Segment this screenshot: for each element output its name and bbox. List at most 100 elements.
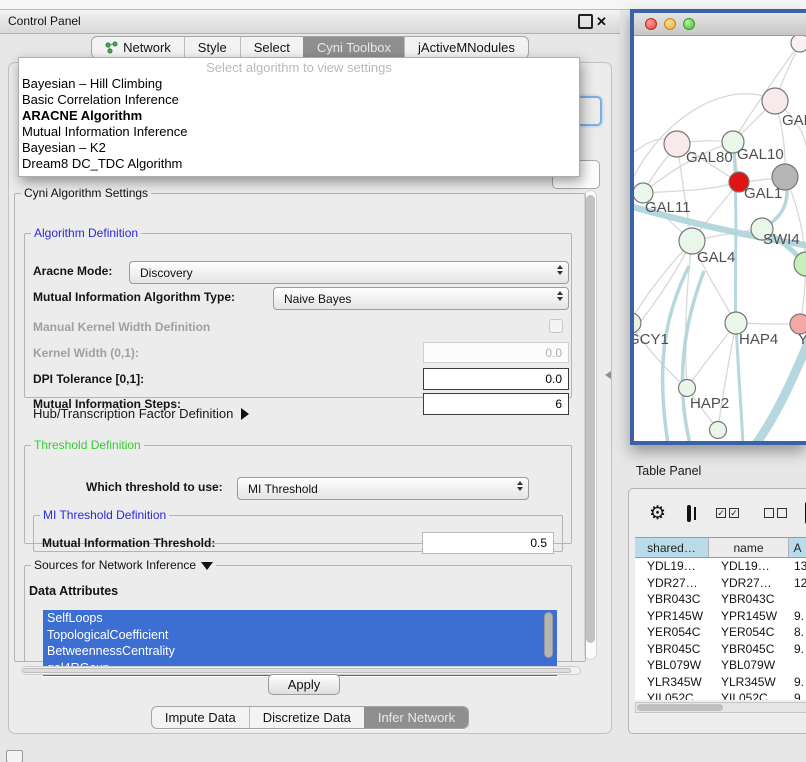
table-row[interactable]: YBR045CYBR045C9. <box>635 641 806 658</box>
combo-arrows-icon <box>557 291 563 301</box>
table-cell: YIL052C <box>709 690 789 700</box>
control-panel-titlebar: Control Panel ✕ <box>0 10 620 34</box>
scrollbar-thumb[interactable] <box>23 668 571 673</box>
network-node[interactable] <box>710 422 727 439</box>
dpi-tolerance-field[interactable]: 0.0 <box>423 368 569 390</box>
mi-algorithm-type-value: Naive Bayes <box>284 292 351 306</box>
table-cell <box>789 657 806 674</box>
mi-threshold-field[interactable]: 0.5 <box>422 532 554 554</box>
table-cell: YBR045C <box>635 641 709 658</box>
attributes-scrollbar[interactable] <box>544 612 553 672</box>
mi-algorithm-type-combo[interactable]: Naive Bayes <box>273 287 569 310</box>
network-node[interactable] <box>634 313 641 333</box>
mi-threshold-title: MI Threshold Definition <box>40 508 169 522</box>
minimize-traffic-light-icon[interactable] <box>664 18 676 30</box>
manual-kernel-width-checkbox[interactable] <box>549 319 563 333</box>
table-row[interactable]: YBR043CYBR043C <box>635 591 806 608</box>
table-cell: 9. <box>789 608 806 625</box>
algorithm-definition-title: Algorithm Definition <box>31 226 141 240</box>
gear-icon[interactable]: ⚙ <box>649 504 666 523</box>
close-icon[interactable]: ✕ <box>596 10 607 33</box>
tab-label: jActiveMNodules <box>418 40 515 55</box>
attribute-list-item[interactable]: SelfLoops <box>43 610 557 627</box>
table-row[interactable]: YDR27…YDR27…12 <box>635 575 806 592</box>
algorithm-popup-item[interactable]: Dream8 DC_TDC Algorithm <box>19 156 579 172</box>
table-cell: YPR145W <box>709 608 789 625</box>
column-layout-icon[interactable] <box>687 505 691 522</box>
network-node[interactable] <box>762 88 788 114</box>
close-traffic-light-icon[interactable] <box>645 18 657 30</box>
table-cell: YBL079W <box>709 657 789 674</box>
deselect-all-icon[interactable] <box>761 508 787 518</box>
threshold-definition-group: Threshold Definition Which threshold to … <box>24 438 572 544</box>
mi-steps-field[interactable]: 6 <box>423 393 569 415</box>
algorithm-popup-item[interactable]: ARACNE Algorithm <box>19 108 579 124</box>
scrollbar-thumb[interactable] <box>544 612 553 658</box>
cyni-algorithm-settings-group: Cyni Algorithm Settings Algorithm Defini… <box>14 186 586 662</box>
tab-discretize-data[interactable]: Discretize Data <box>249 707 364 728</box>
minimized-panel-icon[interactable] <box>6 750 23 762</box>
tab-network[interactable]: Network <box>92 37 184 58</box>
node-label: HAP4 <box>739 331 778 348</box>
algorithm-popup-item[interactable]: Mutual Information Inference <box>19 124 579 140</box>
tab-impute-data[interactable]: Impute Data <box>152 707 249 728</box>
control-panel-title: Control Panel <box>8 10 81 33</box>
table-row[interactable]: YDL19…YDL19…13 <box>635 558 806 575</box>
aracne-mode-label: Aracne Mode: <box>33 264 112 278</box>
zoom-traffic-light-icon[interactable] <box>683 18 695 30</box>
network-window-titlebar <box>634 13 806 36</box>
network-graph: GALGAL80GAL10GAL1GAL11SWI4GAL4GCY1HAP4YH… <box>634 36 806 441</box>
tab-label: Infer Network <box>378 710 455 725</box>
table-row[interactable]: YBL079WYBL079W <box>635 657 806 674</box>
table-column-header[interactable]: A <box>789 538 806 557</box>
table-cell: YER054C <box>635 624 709 641</box>
table-cell: 12 <box>789 575 806 592</box>
scrollbar-thumb[interactable] <box>637 704 723 711</box>
table-row[interactable]: YIL052CYIL052C9 <box>635 690 806 700</box>
node-label: GAL11 <box>645 199 691 216</box>
algorithm-popup-item[interactable]: Bayesian – K2 <box>19 140 579 156</box>
network-view-window: GALGAL80GAL10GAL1GAL11SWI4GAL4GCY1HAP4YH… <box>630 9 806 445</box>
network-node[interactable] <box>679 380 696 397</box>
table-toolbar: ⚙ ✓✓ <box>629 495 806 531</box>
combo-arrows-icon <box>517 481 523 491</box>
algorithm-popup-item[interactable]: Bayesian – Hill Climbing <box>19 76 579 92</box>
hub-definition-expander[interactable]: Hub/Transcription Factor Definition <box>33 406 249 421</box>
table-horizontal-scrollbar[interactable] <box>635 702 806 713</box>
algorithm-popup-item[interactable]: Basic Correlation Inference <box>19 92 579 108</box>
table-row[interactable]: YLR345WYLR345W9. <box>635 674 806 691</box>
network-icon <box>105 41 118 54</box>
mi-threshold-group: MI Threshold Definition Mutual Informati… <box>33 508 563 552</box>
table-body: YDL19…YDL19…13YDR27…YDR27…12YBR043CYBR04… <box>635 558 806 700</box>
select-all-icon[interactable]: ✓✓ <box>713 508 739 518</box>
table-column-header[interactable]: name <box>709 538 789 557</box>
tab-cyni-toolbox[interactable]: Cyni Toolbox <box>303 37 404 58</box>
apply-button[interactable]: Apply <box>268 674 340 695</box>
which-threshold-combo[interactable]: MI Threshold <box>237 477 529 500</box>
table-row[interactable]: YPR145WYPR145W9. <box>635 608 806 625</box>
node-label: HAP2 <box>690 395 729 412</box>
attribute-list-item[interactable]: BetweennessCentrality <box>43 643 557 660</box>
table-column-header[interactable]: shared… <box>635 538 709 557</box>
tab-style[interactable]: Style <box>184 37 240 58</box>
node-label: SWI4 <box>763 231 800 248</box>
aracne-mode-combo[interactable]: Discovery <box>129 261 569 284</box>
table-cell: 9 <box>789 690 806 700</box>
bottom-tabs: Impute Data Discretize Data Infer Network <box>151 706 469 729</box>
collapse-arrow-icon[interactable] <box>201 562 213 570</box>
table-row[interactable]: YER054CYER054C8. <box>635 624 806 641</box>
network-node[interactable] <box>791 36 806 52</box>
algorithm-popup-hint: Select algorithm to view settings <box>19 60 579 76</box>
scrollbar-thumb[interactable] <box>586 195 595 643</box>
attribute-list-item[interactable]: TopologicalCoefficient <box>43 627 557 644</box>
float-window-icon[interactable] <box>578 14 593 29</box>
network-canvas[interactable]: GALGAL80GAL10GAL1GAL11SWI4GAL4GCY1HAP4YH… <box>634 36 806 441</box>
table-cell: YDL19… <box>635 558 709 575</box>
panel-splitter-handle[interactable] <box>605 371 611 379</box>
kernel-width-field[interactable]: 0.0 <box>423 342 569 363</box>
tab-label: Impute Data <box>165 710 236 725</box>
tab-infer-network[interactable]: Infer Network <box>364 707 468 728</box>
tab-select[interactable]: Select <box>240 37 303 58</box>
table-cell: YBL079W <box>635 657 709 674</box>
tab-jactivemnodules[interactable]: jActiveMNodules <box>404 37 528 58</box>
